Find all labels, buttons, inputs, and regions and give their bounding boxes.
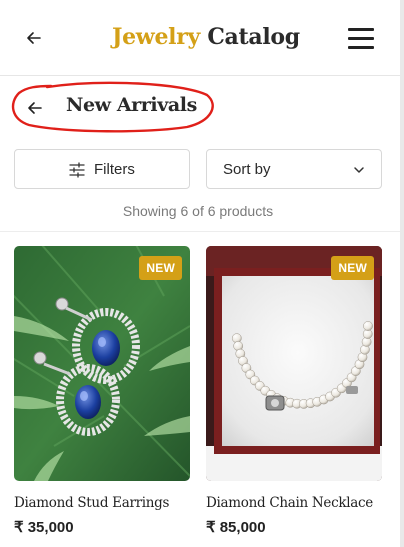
product-name[interactable]: Diamond Stud Earrings	[14, 495, 169, 511]
arrow-left-icon[interactable]	[24, 28, 44, 48]
chevron-down-icon	[354, 167, 364, 173]
filters-button[interactable]: Filters	[14, 149, 190, 189]
brand-logo[interactable]: Jewelry Catalog	[112, 24, 300, 50]
arrow-left-icon[interactable]	[26, 99, 44, 117]
product-name[interactable]: Diamond Chain Necklace	[206, 495, 373, 511]
sort-label: Sort by	[223, 161, 271, 178]
brand-first-word: Jewelry	[112, 24, 200, 50]
product-image-necklace[interactable]: NEW	[206, 246, 382, 481]
divider	[0, 231, 400, 232]
product-card[interactable]: NEW Diamond Chain Necklace ₹ 85,000	[206, 246, 382, 536]
product-price: ₹ 35,000	[14, 519, 74, 536]
product-card[interactable]: NEW Diamond Stud Earrings ₹ 35,000	[14, 246, 190, 536]
sort-dropdown[interactable]: Sort by	[206, 149, 382, 189]
hamburger-menu-icon[interactable]	[348, 28, 374, 49]
results-count: Showing 6 of 6 products	[122, 203, 274, 219]
new-badge: NEW	[139, 256, 182, 280]
window-edge	[400, 0, 404, 547]
filters-label: Filters	[94, 161, 135, 178]
page-header: New Arrivals	[0, 77, 400, 141]
brand-second-word: Catalog	[207, 24, 300, 50]
new-badge: NEW	[331, 256, 374, 280]
sliders-icon	[69, 162, 85, 178]
app-header: Jewelry Catalog	[0, 0, 400, 76]
product-image-earrings[interactable]: NEW	[14, 246, 190, 481]
product-price: ₹ 85,000	[206, 519, 266, 536]
page-title: New Arrivals	[66, 94, 197, 116]
